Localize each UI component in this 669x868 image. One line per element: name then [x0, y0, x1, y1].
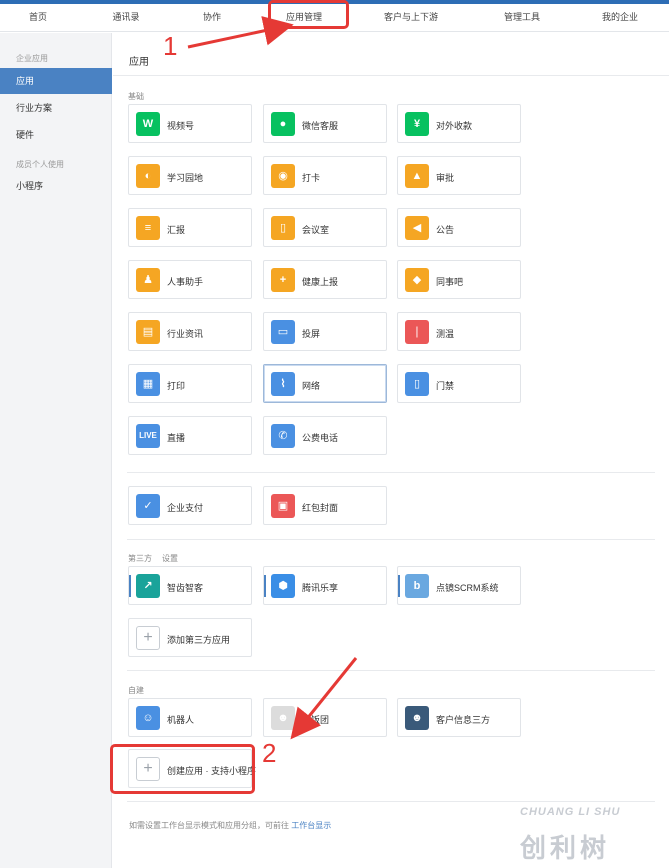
annotation-number-2: 2: [262, 738, 277, 768]
annotation-arrows: [187, 16, 358, 740]
arrow-to-app-management: [187, 16, 294, 49]
watermark-chinese: 创利树: [520, 833, 611, 863]
watermark-english: CHUANG LI SHU: [520, 806, 621, 818]
arrow-to-create-app: [290, 657, 358, 740]
highlight-box-create-app: [110, 744, 255, 794]
